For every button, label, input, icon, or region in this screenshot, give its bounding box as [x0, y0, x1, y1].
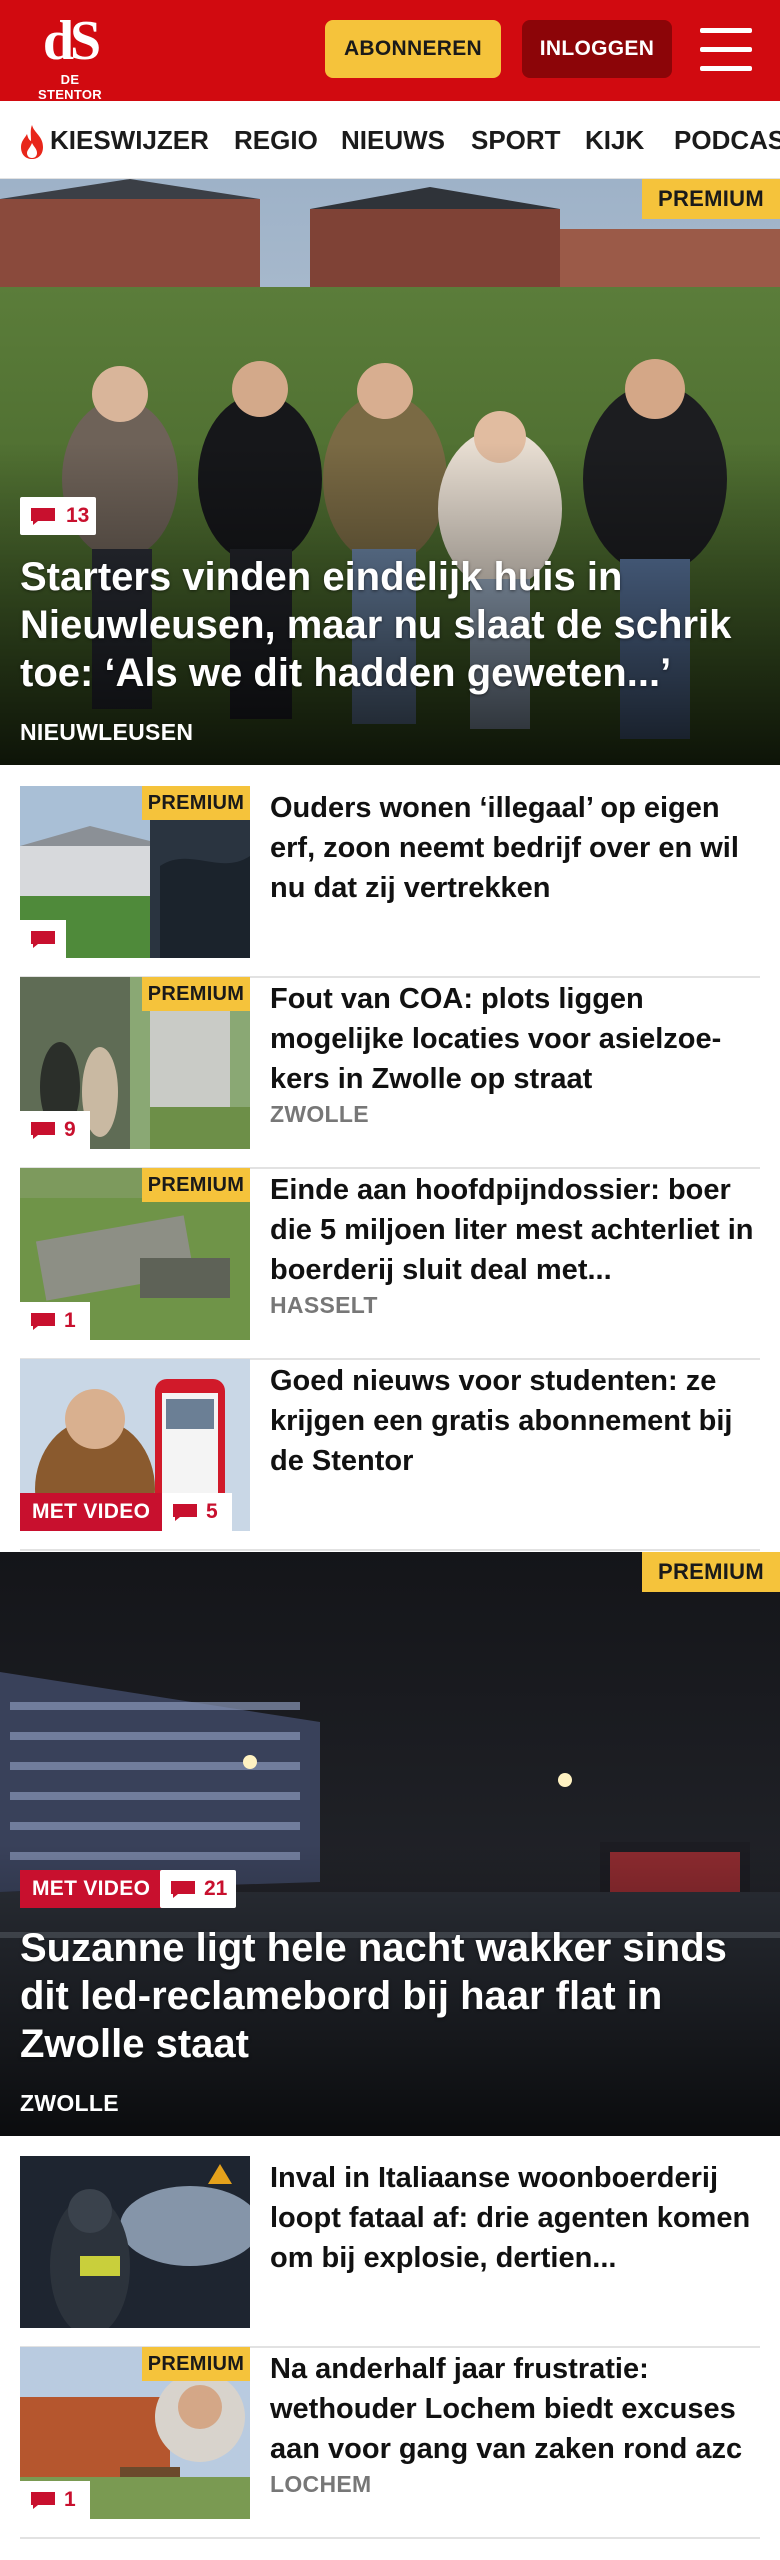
- hero-location: ZWOLLE: [20, 2090, 119, 2116]
- comment-count-badge: [20, 920, 66, 958]
- comment-count: 9: [64, 1118, 76, 1141]
- nav-item-kijk[interactable]: KIJK: [585, 101, 644, 178]
- article-item[interactable]: PREMIUM Ouders wonen ‘illegaal’ op eigen…: [20, 786, 760, 978]
- article-headline[interactable]: Goed nieuws voor studenten: ze krijgen e…: [270, 1361, 760, 1481]
- hero-headline[interactable]: Starters vinden eindelijk huis in Nieuwl…: [20, 553, 760, 697]
- comment-icon: [173, 1504, 197, 1521]
- video-badge: MET VIDEO: [20, 1493, 163, 1531]
- comment-icon: [171, 1881, 195, 1898]
- comment-icon: [31, 931, 55, 948]
- nav-item-nieuws[interactable]: NIEUWS: [341, 101, 445, 178]
- article-item[interactable]: MET VIDEO 5 Goed nieuws voor studenten: …: [20, 1359, 760, 1551]
- article-location: LOCHEM: [270, 2471, 372, 2497]
- thumbnail-image: [20, 2156, 250, 2328]
- hero-headline[interactable]: Suzanne ligt hele nacht wakker sinds dit…: [20, 1924, 760, 2068]
- comment-icon: [31, 2492, 55, 2509]
- premium-badge: PREMIUM: [642, 1552, 780, 1592]
- article-headline[interactable]: Inval in Italiaanse woonboerderij loopt …: [270, 2158, 760, 2278]
- article-thumbnail: PREMIUM: [20, 786, 250, 958]
- nav-item-sport[interactable]: SPORT: [471, 101, 561, 178]
- logo-text: DE STENTOR: [38, 72, 102, 102]
- comment-count: 5: [206, 1500, 218, 1523]
- logo[interactable]: dS DE STENTOR: [30, 10, 110, 102]
- subscribe-button[interactable]: ABONNEREN: [325, 20, 501, 78]
- comment-count-badge: 1: [20, 1302, 90, 1340]
- nav-item-kieswijzer[interactable]: KIESWIJZER: [50, 101, 209, 178]
- article-location: ZWOLLE: [270, 1101, 369, 1127]
- article-item[interactable]: PREMIUM 9 Fout van COA: plots liggen mog…: [20, 977, 760, 1169]
- premium-badge: PREMIUM: [642, 179, 780, 219]
- comment-count: 1: [64, 1309, 76, 1332]
- comment-count-badge: 21: [160, 1870, 236, 1908]
- hero-article[interactable]: PREMIUM MET VIDEO 21 Suzanne ligt hele n…: [0, 1552, 780, 2136]
- premium-badge: PREMIUM: [142, 977, 250, 1011]
- article-item[interactable]: PREMIUM 1 Einde aan hoofdpijndossier: bo…: [20, 1168, 760, 1360]
- premium-badge: PREMIUM: [142, 1168, 250, 1202]
- comment-count: 1: [64, 2488, 76, 2511]
- premium-badge: PREMIUM: [142, 2347, 250, 2381]
- login-button[interactable]: INLOGGEN: [522, 20, 672, 78]
- comment-icon: [31, 508, 55, 525]
- article-headline[interactable]: Fout van COA: plots liggen mogelijke loc…: [270, 979, 760, 1099]
- hero-location: NIEUWLEUSEN: [20, 719, 194, 745]
- logo-mark: dS: [42, 10, 101, 72]
- article-thumbnail: [20, 2156, 250, 2328]
- comment-count-badge: 9: [20, 1111, 90, 1149]
- article-thumbnail: MET VIDEO 5: [20, 1359, 250, 1531]
- article-headline[interactable]: Na anderhalf jaar frustratie: wethouder …: [270, 2349, 760, 2469]
- flame-icon: [21, 125, 43, 159]
- article-thumbnail: PREMIUM 1: [20, 1168, 250, 1340]
- comment-icon: [31, 1122, 55, 1139]
- comment-count-badge: 13: [20, 497, 96, 535]
- comment-count: 21: [204, 1877, 228, 1900]
- article-thumbnail: PREMIUM 1: [20, 2347, 250, 2519]
- comment-count-badge: 1: [20, 2481, 90, 2519]
- article-headline[interactable]: Ouders wonen ‘illegaal’ op eigen erf, zo…: [270, 788, 760, 908]
- article-item[interactable]: PREMIUM 1 Na anderhalf jaar frustratie: …: [20, 2347, 760, 2539]
- article-headline[interactable]: Einde aan hoofdpijndossier: boer die 5 m…: [270, 1170, 760, 1290]
- premium-badge: PREMIUM: [142, 786, 250, 820]
- article-item[interactable]: Inval in Italiaanse woonboerderij loopt …: [20, 2156, 760, 2348]
- section-nav: KIESWIJZER REGIO NIEUWS SPORT KIJK PODCA…: [0, 101, 780, 179]
- comment-count: 13: [66, 504, 90, 527]
- hamburger-menu-icon[interactable]: [700, 28, 752, 72]
- hero-article[interactable]: PREMIUM 13 Starters vinden eindelijk hui…: [0, 179, 780, 765]
- comment-icon: [31, 1313, 55, 1330]
- article-thumbnail: PREMIUM 9: [20, 977, 250, 1149]
- nav-item-podcast[interactable]: PODCAS: [674, 101, 780, 178]
- video-badge: MET VIDEO: [20, 1870, 163, 1908]
- article-location: HASSELT: [270, 1292, 378, 1318]
- nav-item-regio[interactable]: REGIO: [234, 101, 318, 178]
- comment-count-badge: 5: [162, 1493, 232, 1531]
- top-header: dS DE STENTOR ABONNEREN INLOGGEN: [0, 0, 780, 102]
